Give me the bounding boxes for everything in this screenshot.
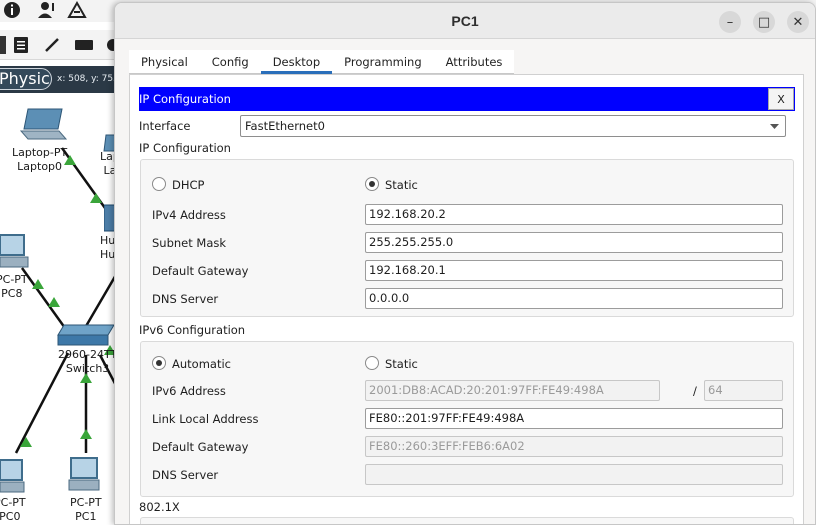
ipv4-address-field[interactable]: 192.168.20.2 [365, 204, 783, 225]
static-radio[interactable] [365, 177, 379, 191]
dns-server-label: DNS Server [152, 292, 219, 306]
ipv6-address-label: IPv6 Address [152, 384, 226, 398]
close-ip-config-button[interactable]: X [768, 88, 794, 110]
default-gateway-field[interactable]: 192.168.20.1 [365, 260, 783, 281]
topology-canvas[interactable]: Laptop-PTLaptop0 LapLa HuHu PC-PTPC8 296… [0, 93, 120, 525]
maximize-button[interactable]: □ [753, 11, 775, 33]
interface-select[interactable]: FastEthernet0 [240, 115, 786, 137]
pc-icon[interactable] [68, 456, 102, 496]
device-tabs: Physical Config Desktop Programming Attr… [129, 50, 515, 74]
static6-radio[interactable] [365, 356, 379, 370]
tab-attributes[interactable]: Attributes [434, 50, 515, 74]
ipv6-gateway-field[interactable]: FE80::260:3EFF:FEB6:6A02 [365, 436, 783, 457]
ipv6-dns-field[interactable] [365, 464, 783, 485]
switch-icon[interactable] [56, 321, 120, 349]
window-title: PC1 [451, 13, 479, 29]
dot1x-group [140, 517, 794, 524]
interface-label: Interface [139, 119, 191, 133]
pc-icon[interactable] [0, 458, 26, 498]
close-icon: ✕ [792, 14, 804, 30]
ipv6-gateway-label: Default Gateway [152, 440, 249, 454]
minimize-button[interactable]: – [719, 11, 741, 33]
edge-icon[interactable] [0, 36, 6, 54]
link-local-field[interactable]: FE80::201:97FF:FE49:498A [365, 408, 783, 429]
ip-config-header: IP Configuration X [139, 87, 795, 111]
tab-desktop[interactable]: Desktop [260, 50, 333, 74]
device-label: Hu Hu [100, 234, 116, 261]
ipv6-section-title: IPv6 Configuration [139, 323, 246, 337]
pc-icon[interactable] [0, 233, 30, 273]
subnet-mask-label: Subnet Mask [152, 236, 227, 250]
ipv6-dns-label: DNS Server [152, 468, 219, 482]
subnet-mask-field[interactable]: 255.255.255.0 [365, 232, 783, 253]
interface-value: FastEthernet0 [245, 119, 325, 133]
ipv4-address-label: IPv4 Address [152, 208, 226, 222]
ip-config-title: IP Configuration [139, 92, 231, 106]
line-tool-icon[interactable] [42, 35, 62, 55]
maximize-icon: □ [757, 14, 771, 30]
info-icon[interactable] [2, 0, 22, 20]
ipv4-section-title: IP Configuration [139, 141, 231, 155]
device-label: PC-PTPC0 [0, 496, 26, 523]
dhcp-label: DHCP [172, 178, 205, 192]
tab-config[interactable]: Config [200, 50, 261, 74]
ipv6-address-field[interactable]: 2001:DB8:ACAD:20:201:97FF:FE49:498A [365, 380, 660, 401]
automatic-label: Automatic [172, 357, 231, 371]
static-label: Static [385, 178, 418, 192]
ipv4-group: DHCP Static IPv4 Address 192.168.20.2 Su… [140, 159, 794, 317]
ipv6-group: Automatic Static IPv6 Address 2001:DB8:A… [140, 341, 794, 497]
desktop-content: IP Configuration X Interface FastEtherne… [129, 74, 804, 524]
minimize-icon: – [726, 14, 734, 30]
device-label: PC-PTPC8 [0, 273, 28, 300]
link-local-label: Link Local Address [152, 412, 259, 426]
tab-programming[interactable]: Programming [332, 50, 434, 74]
activity-wizard-icon[interactable] [66, 0, 88, 20]
ipv6-prefix-field[interactable]: 64 [704, 380, 783, 401]
automatic-radio[interactable] [152, 356, 166, 370]
dns-server-field[interactable]: 0.0.0.0 [365, 288, 783, 309]
device-label: Laptop-PT Laptop0 [12, 146, 68, 173]
rectangle-tool-icon[interactable] [74, 38, 94, 52]
default-gateway-label: Default Gateway [152, 264, 249, 278]
pc1-window: PC1 – □ ✕ Physical Config Desktop Progra… [114, 2, 816, 525]
user-icon[interactable] [36, 0, 58, 20]
physical-workspace-tab[interactable]: Physical [0, 68, 52, 90]
dot1x-section-title: 802.1X [139, 500, 180, 514]
dhcp-radio[interactable] [152, 177, 166, 191]
device-label: 2960-24TT Switch3 [58, 348, 118, 375]
static6-label: Static [385, 357, 418, 371]
prefix-separator: / [693, 384, 697, 398]
title-bar[interactable]: PC1 – □ ✕ [115, 3, 815, 39]
close-window-button[interactable]: ✕ [787, 11, 809, 33]
laptop-icon[interactable] [18, 107, 72, 147]
tab-physical[interactable]: Physical [129, 50, 200, 74]
device-label: PC-PT PC1 [70, 496, 102, 523]
chevron-down-icon [770, 124, 779, 129]
notes-icon[interactable] [12, 35, 30, 55]
coordinate-readout: x: 508, y: 755 [57, 74, 119, 84]
